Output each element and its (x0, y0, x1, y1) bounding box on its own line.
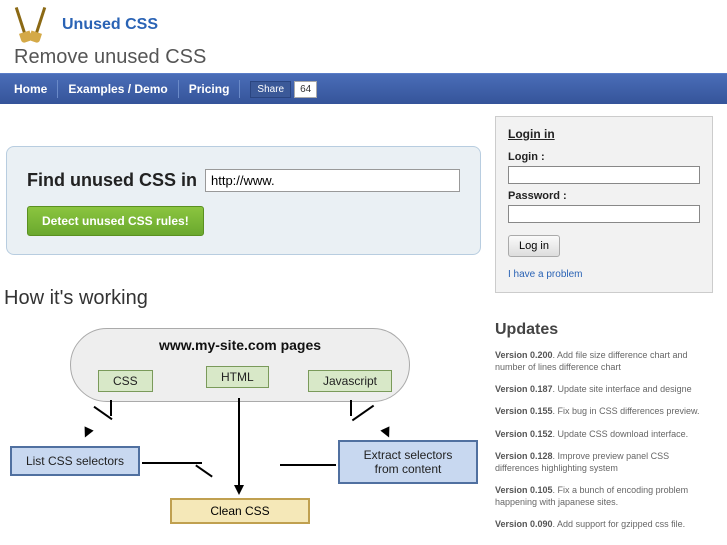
fb-share[interactable]: Share 64 (250, 81, 317, 98)
how-heading: How it's working (4, 287, 481, 310)
problem-link[interactable]: I have a problem (508, 269, 583, 280)
search-label: Find unused CSS in (27, 170, 197, 191)
detect-button[interactable]: Detect unused CSS rules! (27, 206, 204, 236)
login-title: Login in (508, 127, 700, 141)
updates-panel: Updates Version 0.200. Add file size dif… (495, 321, 713, 530)
fb-share-count: 64 (294, 81, 317, 98)
box-clean-css: Clean CSS (170, 498, 310, 524)
search-panel: Find unused CSS in Detect unused CSS rul… (6, 146, 481, 255)
box-list-selectors: List CSS selectors (10, 446, 140, 476)
login-input[interactable] (508, 166, 700, 184)
update-item: Version 0.105. Fix a bunch of encoding p… (495, 484, 713, 508)
update-item: Version 0.200. Add file size difference … (495, 349, 713, 373)
brooms-icon (12, 6, 50, 44)
login-button[interactable]: Log in (508, 235, 560, 257)
update-item: Version 0.155. Fix bug in CSS difference… (495, 405, 713, 417)
tag-css: CSS (98, 370, 153, 392)
cloud-title: www.my-site.com pages (159, 337, 321, 353)
box-extract-selectors: Extract selectors from content (338, 440, 478, 484)
password-input[interactable] (508, 205, 700, 223)
password-label: Password : (508, 190, 700, 202)
fb-share-button[interactable]: Share (250, 81, 291, 98)
url-input[interactable] (205, 169, 460, 192)
workflow-diagram: www.my-site.com pages CSS HTML Javascrip… (10, 328, 470, 528)
login-panel: Login in Login : Password : Log in I hav… (495, 116, 713, 293)
update-item: Version 0.152. Update CSS download inter… (495, 428, 713, 440)
update-item: Version 0.090. Add support for gzipped c… (495, 518, 713, 530)
nav-home[interactable]: Home (14, 80, 58, 98)
header: Unused CSS Remove unused CSS (0, 0, 727, 73)
site-title-link[interactable]: Unused CSS (62, 16, 158, 34)
navbar: Home Examples / Demo Pricing Share 64 (0, 73, 727, 104)
update-item: Version 0.187. Update site interface and… (495, 383, 713, 395)
login-label: Login : (508, 151, 700, 163)
tag-html: HTML (206, 366, 269, 388)
updates-title: Updates (495, 321, 713, 339)
tagline: Remove unused CSS (14, 46, 715, 69)
tag-js: Javascript (308, 370, 392, 392)
nav-examples[interactable]: Examples / Demo (58, 80, 178, 98)
nav-pricing[interactable]: Pricing (179, 80, 241, 98)
update-item: Version 0.128. Improve preview panel CSS… (495, 450, 713, 474)
